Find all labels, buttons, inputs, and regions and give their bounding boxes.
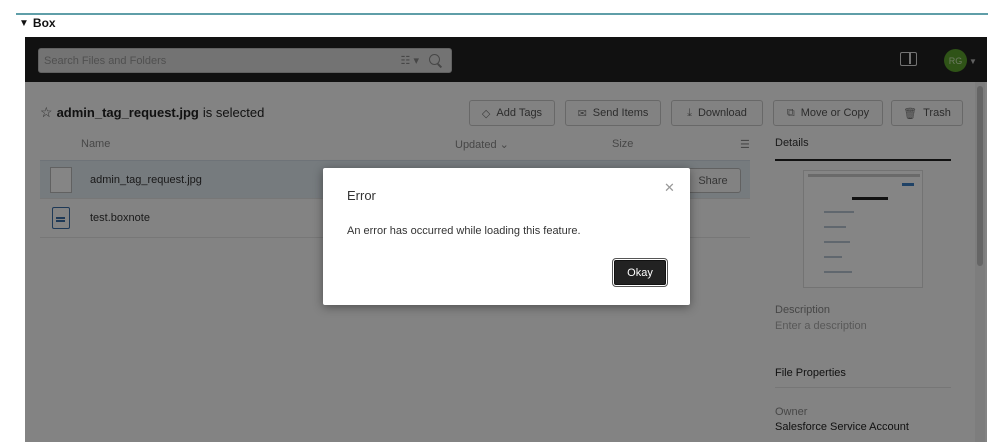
- close-icon[interactable]: ✕: [664, 180, 675, 196]
- collapse-triangle-icon[interactable]: ▼: [19, 18, 29, 29]
- section-divider: [16, 13, 988, 15]
- dialog-message: An error has occurred while loading this…: [347, 225, 581, 237]
- error-dialog: Error ✕ An error has occurred while load…: [323, 168, 690, 305]
- dialog-title: Error: [347, 188, 376, 203]
- okay-button[interactable]: Okay: [612, 258, 668, 287]
- section-header[interactable]: ▼ Box: [19, 16, 56, 30]
- section-title: Box: [32, 16, 56, 30]
